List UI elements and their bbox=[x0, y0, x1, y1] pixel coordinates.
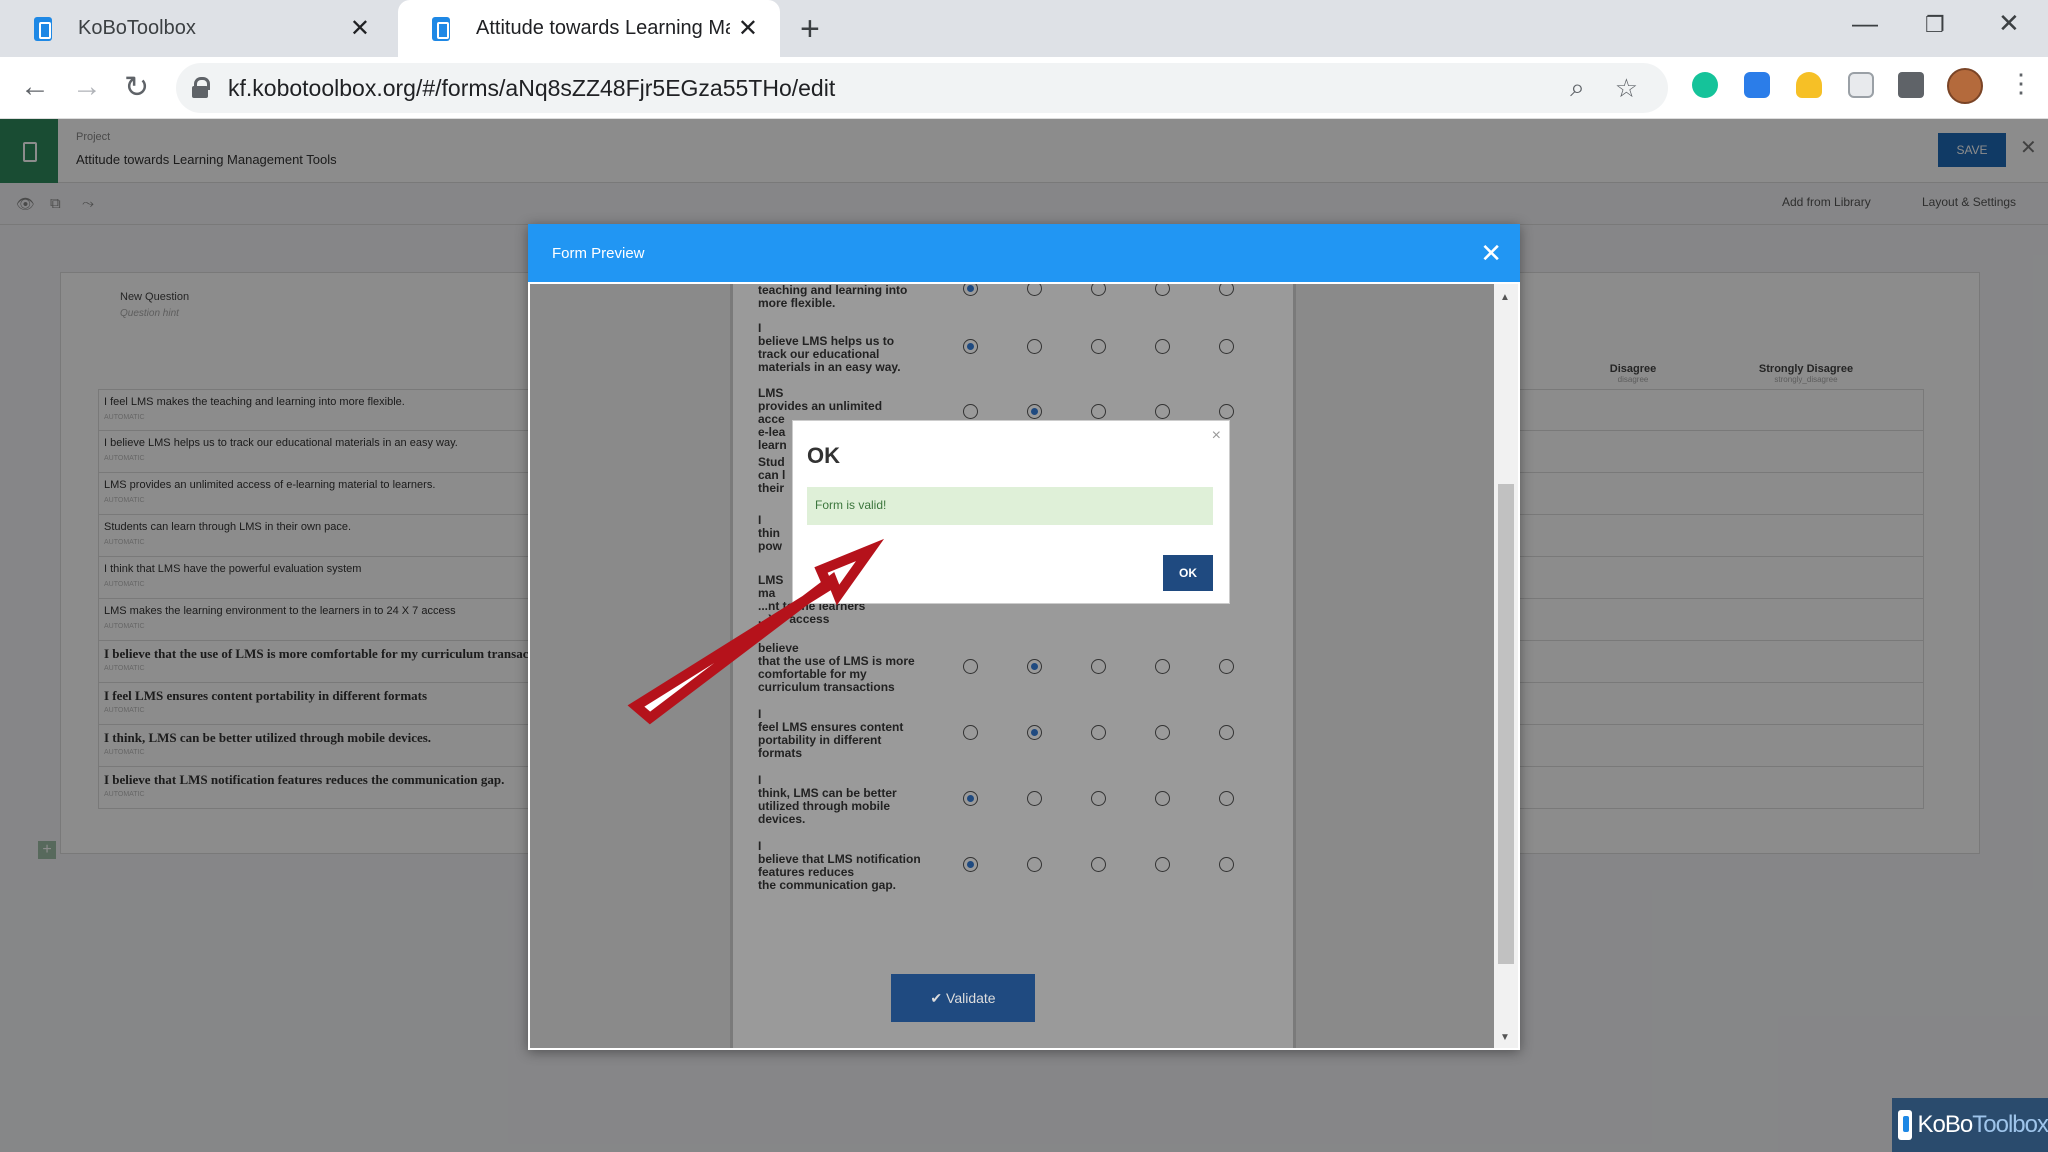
likert-radio[interactable] bbox=[1219, 857, 1234, 872]
likert-radio[interactable] bbox=[1027, 659, 1042, 674]
preview-question-label: Ibelieve LMS helps us to track our educat… bbox=[758, 322, 928, 374]
address-bar[interactable]: kf.kobotoolbox.org/#/forms/aNq8sZZ48Fjr5… bbox=[176, 63, 1668, 113]
document-extension-icon[interactable] bbox=[1848, 72, 1874, 98]
likert-radio[interactable] bbox=[1027, 725, 1042, 740]
question-line: curriculum transactions bbox=[758, 680, 895, 694]
preview-form: ✔ Validate teaching and learning into mor… bbox=[730, 284, 1296, 1048]
likert-radio[interactable] bbox=[1219, 791, 1234, 806]
question-line: the communication gap. bbox=[758, 878, 897, 892]
close-tab-icon[interactable]: ✕ bbox=[350, 14, 370, 43]
success-message: Form is valid! bbox=[807, 487, 1213, 525]
form-preview-title: Form Preview bbox=[552, 244, 645, 262]
preview-question-label: Ifeel LMS ensures content portability in … bbox=[758, 708, 928, 760]
likert-radio[interactable] bbox=[1219, 659, 1234, 674]
extension-arrow-icon[interactable] bbox=[1744, 72, 1770, 98]
likert-radio[interactable] bbox=[963, 857, 978, 872]
tab-title: Attitude towards Learning Manag bbox=[476, 17, 730, 39]
likert-radio[interactable] bbox=[1091, 857, 1106, 872]
likert-radio[interactable] bbox=[1091, 791, 1106, 806]
preview-question-label: believe that the use of LMS is more comfor… bbox=[758, 642, 928, 694]
likert-radio[interactable] bbox=[1219, 284, 1234, 296]
likert-radio[interactable] bbox=[963, 284, 978, 296]
likert-radio[interactable] bbox=[1155, 857, 1170, 872]
reload-icon[interactable]: ↻ bbox=[124, 70, 149, 105]
profile-avatar[interactable] bbox=[1947, 68, 1983, 104]
dialog-title: OK bbox=[807, 443, 840, 468]
new-tab-icon[interactable]: + bbox=[800, 10, 820, 49]
browser-menu-icon[interactable]: ⋮ bbox=[2008, 68, 2034, 99]
browser-tabstrip: KoBoToolbox ✕ Attitude towards Learning … bbox=[0, 0, 2048, 57]
likert-radio[interactable] bbox=[1091, 404, 1106, 419]
kobo-favicon-icon bbox=[34, 16, 52, 41]
question-line: devices. bbox=[758, 812, 806, 826]
watermark-toolbox: Toolbox bbox=[1972, 1111, 2048, 1138]
ok-button[interactable]: OK bbox=[1163, 555, 1213, 591]
likert-radio[interactable] bbox=[1219, 339, 1234, 354]
back-icon[interactable]: ← bbox=[20, 70, 50, 104]
scrollbar[interactable]: ▲ ▼ bbox=[1494, 284, 1518, 1048]
kobo-logo-icon bbox=[1898, 1110, 1912, 1140]
likert-radio[interactable] bbox=[1027, 791, 1042, 806]
likert-radio[interactable] bbox=[963, 791, 978, 806]
likert-radio[interactable] bbox=[1155, 725, 1170, 740]
likert-radio[interactable] bbox=[1155, 404, 1170, 419]
browser-tab-attitude[interactable]: Attitude towards Learning Manag ✕ bbox=[398, 0, 780, 57]
preview-question-label: Ithink, LMS can be better utilized throug… bbox=[758, 774, 928, 826]
zoom-icon[interactable]: ⌕ bbox=[1570, 72, 1585, 104]
scroll-down-icon[interactable]: ▼ bbox=[1500, 1032, 1510, 1043]
question-line: materials in an easy way. bbox=[758, 360, 901, 374]
question-line: formats bbox=[758, 746, 803, 760]
form-preview-body: ✔ Validate teaching and learning into mor… bbox=[530, 284, 1494, 1048]
browser-toolbar: ← → ↻ kf.kobotoolbox.org/#/forms/aNq8sZZ… bbox=[0, 57, 2048, 119]
kobotoolbox-watermark: KoBoToolbox bbox=[1892, 1098, 2048, 1152]
close-icon[interactable]: × bbox=[1212, 427, 1221, 445]
likert-radio[interactable] bbox=[1091, 659, 1106, 674]
thumbs-extension-icon[interactable] bbox=[1796, 72, 1822, 98]
validate-button[interactable]: ✔ Validate bbox=[891, 974, 1035, 1022]
tab-title: KoBoToolbox bbox=[78, 17, 196, 39]
likert-radio[interactable] bbox=[1155, 339, 1170, 354]
restore-icon[interactable]: ❐ bbox=[1925, 12, 1945, 38]
preview-question-label: Ibelieve that LMS notification features r… bbox=[758, 840, 928, 892]
kobo-favicon-icon bbox=[432, 16, 450, 41]
forward-icon[interactable]: → bbox=[72, 70, 102, 104]
window-close-icon[interactable]: ✕ bbox=[1998, 8, 2020, 39]
likert-radio[interactable] bbox=[963, 659, 978, 674]
likert-radio[interactable] bbox=[1155, 791, 1170, 806]
form-preview-header: Form Preview ✕ bbox=[528, 224, 1520, 282]
scroll-up-icon[interactable]: ▲ bbox=[1500, 292, 1510, 303]
question-line: more flexible. bbox=[758, 296, 836, 310]
minimize-icon[interactable]: — bbox=[1852, 8, 1878, 39]
preview-question-label: teaching and learning into more flexible. bbox=[758, 284, 928, 310]
puzzle-extensions-icon[interactable] bbox=[1898, 72, 1924, 98]
likert-radio[interactable] bbox=[1219, 725, 1234, 740]
likert-radio[interactable] bbox=[1027, 284, 1042, 296]
likert-radio[interactable] bbox=[1091, 284, 1106, 296]
form-preview-modal: Form Preview ✕ ✔ Validate teaching and l… bbox=[528, 224, 1520, 1050]
lock-icon[interactable] bbox=[192, 77, 210, 99]
bookmark-star-icon[interactable]: ☆ bbox=[1615, 73, 1638, 104]
close-tab-icon[interactable]: ✕ bbox=[738, 14, 758, 43]
close-icon[interactable]: ✕ bbox=[1480, 238, 1502, 269]
likert-radio[interactable] bbox=[1091, 339, 1106, 354]
likert-radio[interactable] bbox=[963, 404, 978, 419]
browser-tab-kobotoolbox[interactable]: KoBoToolbox ✕ bbox=[0, 0, 392, 57]
likert-radio[interactable] bbox=[1027, 404, 1042, 419]
likert-radio[interactable] bbox=[1155, 284, 1170, 296]
watermark-kobo: KoBo bbox=[1917, 1111, 1974, 1138]
likert-radio[interactable] bbox=[963, 725, 978, 740]
likert-radio[interactable] bbox=[1091, 725, 1106, 740]
likert-radio[interactable] bbox=[1155, 659, 1170, 674]
validation-dialog: OK × Form is valid! OK bbox=[792, 420, 1230, 604]
likert-radio[interactable] bbox=[1027, 857, 1042, 872]
likert-radio[interactable] bbox=[1027, 339, 1042, 354]
likert-radio[interactable] bbox=[1219, 404, 1234, 419]
url-text[interactable]: kf.kobotoolbox.org/#/forms/aNq8sZZ48Fjr5… bbox=[228, 75, 1570, 102]
question-line: ...X 7 access bbox=[758, 612, 830, 626]
scrollbar-thumb[interactable] bbox=[1498, 484, 1514, 964]
grammarly-extension-icon[interactable] bbox=[1692, 72, 1718, 98]
likert-radio[interactable] bbox=[963, 339, 978, 354]
